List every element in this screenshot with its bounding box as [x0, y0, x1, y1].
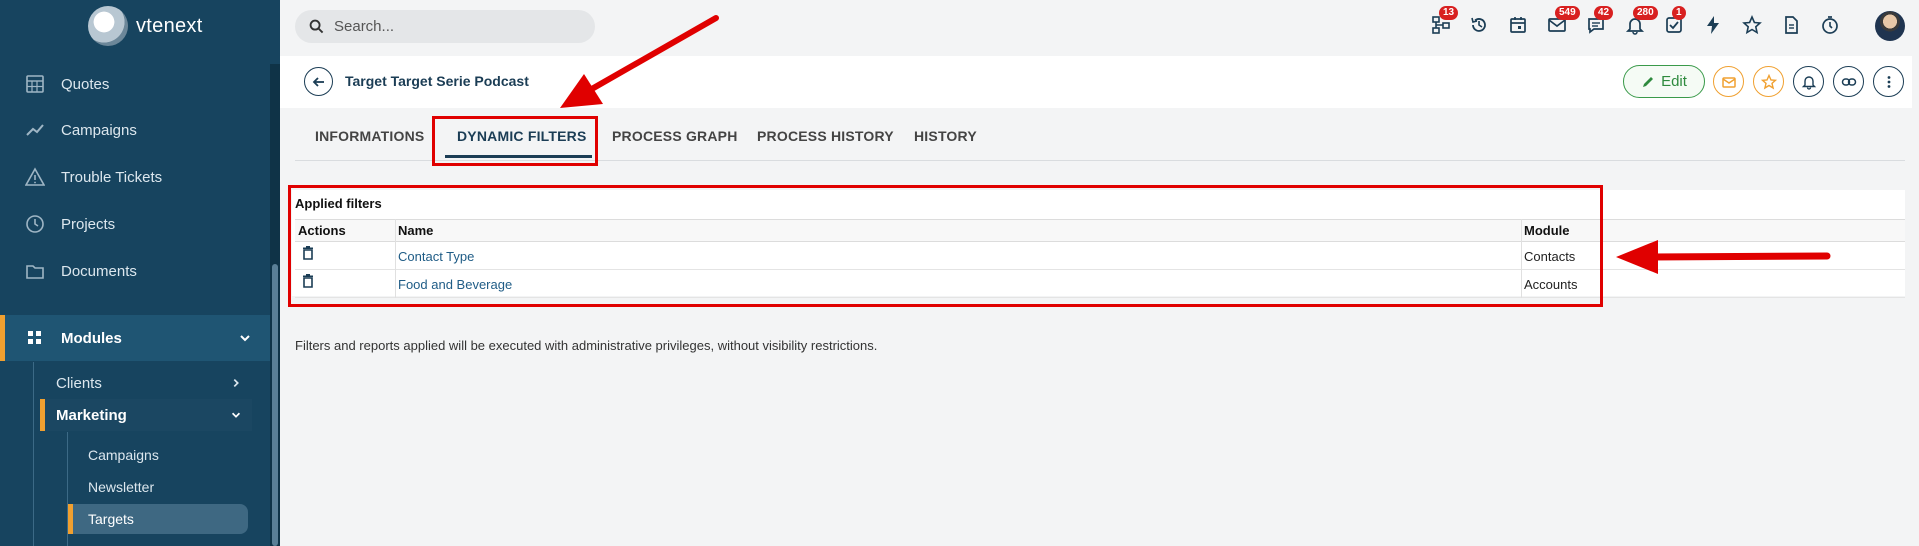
sidebar: vtenext Quotes Campaigns Trouble Tickets… [0, 0, 280, 546]
link-button[interactable] [1833, 66, 1864, 97]
tab-process-history[interactable]: PROCESS HISTORY [757, 128, 894, 144]
user-avatar[interactable] [1875, 11, 1905, 41]
mail-badge: 549 [1555, 6, 1580, 20]
privileges-note: Filters and reports applied will be exec… [295, 338, 878, 353]
sidebar-item-label: Documents [61, 262, 137, 280]
sidebar-item-targets[interactable]: Targets [68, 504, 248, 534]
edit-button-label: Edit [1661, 73, 1687, 90]
chevron-down-icon [240, 335, 250, 342]
mail-icon[interactable]: 549 [1546, 6, 1580, 36]
send-email-button[interactable] [1713, 66, 1744, 97]
folder-icon [26, 265, 44, 279]
sidebar-item-clients[interactable]: Clients [40, 367, 252, 399]
star-icon[interactable] [1741, 14, 1763, 36]
annotation-box-table [288, 185, 1603, 307]
sidebar-item-modules[interactable]: Modules [0, 315, 270, 361]
mail-icon [1721, 76, 1736, 88]
edit-button[interactable]: Edit [1623, 65, 1705, 98]
more-button[interactable] [1873, 66, 1904, 97]
search-icon [309, 19, 324, 34]
sidebar-item-marketing[interactable]: Marketing [40, 399, 252, 431]
sidebar-item-label: Trouble Tickets [61, 168, 163, 186]
sidebar-item-documents[interactable]: Documents [0, 248, 270, 294]
sidebar-item-newsletter[interactable]: Newsletter [72, 472, 250, 502]
sidebar-item-campaigns-sub[interactable]: Campaigns [72, 440, 250, 470]
tasks-badge: 1 [1672, 6, 1686, 20]
clock-icon [26, 215, 44, 233]
brand-logo-icon [88, 6, 128, 46]
search-input[interactable]: Search... [295, 10, 595, 43]
annotation-box-tab [432, 116, 598, 166]
sidebar-item-label: Quotes [61, 75, 110, 93]
page-title: Target Target Serie Podcast [345, 73, 529, 89]
tab-process-graph[interactable]: PROCESS GRAPH [612, 128, 738, 144]
tree-line [33, 362, 34, 546]
arrow-left-icon [312, 76, 324, 87]
lightning-icon[interactable] [1702, 14, 1724, 36]
follow-button[interactable] [1793, 66, 1824, 97]
grid-icon [28, 331, 41, 344]
history-icon[interactable] [1468, 14, 1490, 36]
link-icon [1841, 77, 1856, 86]
sidebar-item-quotes[interactable]: Quotes [0, 61, 270, 107]
sidebar-item-trouble-tickets[interactable]: Trouble Tickets [0, 154, 270, 200]
sidebar-item-campaigns[interactable]: Campaigns [0, 107, 270, 153]
timer-icon[interactable] [1819, 14, 1841, 36]
sidebar-item-label: Campaigns [88, 447, 159, 463]
tab-history[interactable]: HISTORY [914, 128, 977, 144]
chevron-right-icon [233, 378, 239, 388]
sidebar-item-projects[interactable]: Projects [0, 201, 270, 247]
calendar-icon[interactable] [1507, 14, 1529, 36]
brand[interactable]: vtenext [0, 0, 280, 52]
back-button[interactable] [304, 67, 333, 96]
pencil-icon [1643, 76, 1654, 87]
chat-icon[interactable]: 42 [1585, 6, 1614, 36]
sidebar-item-label: Campaigns [61, 121, 137, 139]
sidebar-item-label: Clients [56, 374, 102, 392]
chevron-down-icon [231, 412, 241, 418]
favorite-button[interactable] [1753, 66, 1784, 97]
processes-icon[interactable]: 13 [1430, 6, 1459, 36]
processes-badge: 13 [1439, 6, 1459, 20]
warning-icon [25, 167, 45, 186]
sidebar-item-label: Projects [61, 215, 116, 233]
sidebar-item-label: Targets [88, 511, 134, 527]
notifications-badge: 280 [1633, 6, 1658, 20]
brand-name: vtenext [136, 14, 203, 37]
search-placeholder: Search... [334, 18, 395, 35]
chat-badge: 42 [1594, 6, 1614, 20]
sidebar-item-label: Marketing [56, 406, 127, 424]
tab-informations[interactable]: INFORMATIONS [315, 128, 424, 144]
sidebar-scroll-thumb[interactable] [272, 264, 278, 546]
bell-icon [1801, 75, 1816, 90]
more-vertical-icon [1887, 75, 1890, 88]
document-icon[interactable] [1780, 14, 1802, 36]
calculator-icon [26, 75, 44, 93]
tasks-icon[interactable]: 1 [1663, 6, 1686, 36]
star-icon [1760, 73, 1777, 89]
sidebar-item-label: Newsletter [88, 479, 155, 495]
bell-icon[interactable]: 280 [1624, 6, 1658, 36]
trend-icon [26, 124, 44, 136]
sidebar-item-label: Modules [61, 329, 122, 347]
